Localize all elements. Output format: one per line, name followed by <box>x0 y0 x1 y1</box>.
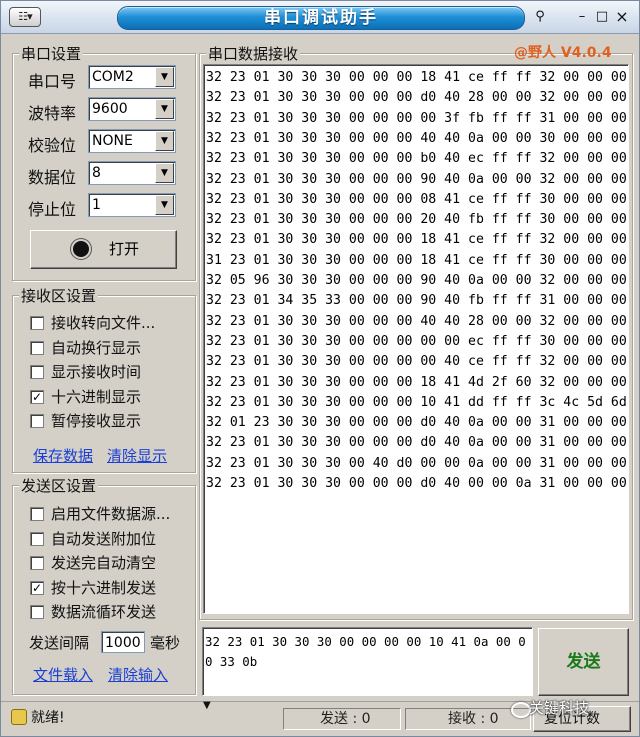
window-title: 串口调试助手 <box>264 8 378 28</box>
checkbox[interactable] <box>30 340 44 355</box>
rx-data-line: 32 23 01 30 30 30 00 00 00 08 41 ce ff f… <box>206 191 627 207</box>
send-button-label: 发送 <box>566 652 601 672</box>
baud-label: 波特率 <box>28 104 77 123</box>
checkbox[interactable] <box>30 605 44 619</box>
rx-data-line: 32 23 01 34 35 33 00 00 00 90 40 fb ff f… <box>206 293 627 309</box>
tx-data-textarea[interactable]: 32 23 01 30 30 30 00 00 00 00 10 41 0a 0… <box>202 627 533 696</box>
status-dot-icon <box>73 241 89 257</box>
pin-icon[interactable]: ⚲ <box>531 9 549 25</box>
rx-data-textarea[interactable]: 32 23 01 30 30 30 00 00 00 18 41 ce ff f… <box>203 64 629 614</box>
chevron-down-icon[interactable]: ▼ <box>155 163 174 183</box>
system-menu-icon[interactable]: ☷▾ <box>9 7 41 27</box>
rx-data-line: 32 23 01 30 30 30 00 00 00 00 40 ce ff f… <box>206 354 627 370</box>
rx-data-line: 32 23 01 30 30 30 00 00 00 d0 40 00 00 0… <box>206 476 627 491</box>
checkbox[interactable] <box>30 531 44 546</box>
serial-debug-window: ☷▾ 串口调试助手 ⚲ – □ × 串口设置 串口号 COM2 ▼ 波特率 96… <box>0 0 640 737</box>
tx-data-text: 32 23 01 30 30 30 00 00 00 00 10 41 0a 0… <box>205 634 526 669</box>
maximize-button[interactable]: □ <box>593 9 611 25</box>
port-value: COM2 <box>92 69 134 85</box>
chevron-down-icon[interactable]: ▼ <box>155 195 174 215</box>
databits-select[interactable]: 8 ▼ <box>88 161 176 185</box>
checkbox[interactable] <box>30 507 44 521</box>
rx-data-line: 32 23 01 30 30 30 00 00 00 18 41 ce ff f… <box>206 70 627 85</box>
rx-data-line: 32 01 23 30 30 30 00 00 00 d0 40 0a 00 0… <box>206 415 627 431</box>
rx-data-line: 32 23 01 30 30 30 00 00 00 40 40 28 00 0… <box>206 313 627 329</box>
checkbox-label[interactable]: 显示接收时间 <box>51 361 141 382</box>
baud-select[interactable]: 9600 ▼ <box>88 97 176 121</box>
databits-value: 8 <box>92 165 101 181</box>
checkbox-label[interactable]: 暂停接收显示 <box>51 410 141 431</box>
chevron-down-icon[interactable]: ▼ <box>155 67 174 87</box>
checkbox-label[interactable]: 自动发送附加位 <box>51 528 156 549</box>
minimize-button[interactable]: – <box>573 9 591 25</box>
databits-label: 数据位 <box>28 168 77 187</box>
rx-data-line: 32 23 01 30 30 30 00 00 00 b0 40 ec ff f… <box>206 151 627 167</box>
chevron-down-icon[interactable]: ▼ <box>155 99 174 119</box>
checkbox[interactable] <box>30 414 44 428</box>
received-count: 接收 : 0 <box>448 711 499 727</box>
rx-data-line: 32 23 01 30 30 30 00 40 d0 00 00 0a 00 0… <box>206 455 627 471</box>
close-button[interactable]: × <box>613 9 631 25</box>
stopbits-value: 1 <box>92 197 101 213</box>
rx-data-line: 32 23 01 30 30 30 00 00 00 90 40 0a 00 0… <box>206 171 627 187</box>
rx-data-line: 32 23 01 30 30 30 00 00 00 40 40 0a 00 0… <box>206 130 627 146</box>
rx-data-line: 32 23 01 30 30 30 00 00 00 00 00 ec ff f… <box>206 333 627 349</box>
open-port-label: 打开 <box>109 240 140 258</box>
checkbox-label[interactable]: 接收转向文件... <box>51 312 155 333</box>
send-interval-input[interactable]: 1000 <box>101 631 145 653</box>
send-button[interactable]: 发送 <box>538 628 629 696</box>
port-label: 串口号 <box>28 72 77 91</box>
checkbox-label[interactable]: 发送完自动清空 <box>51 552 156 573</box>
rx-data-line: 31 23 01 30 30 30 00 00 00 18 41 ce ff f… <box>206 252 627 268</box>
checkbox-label[interactable]: 自动换行显示 <box>51 337 141 358</box>
tx-settings-title: 发送区设置 <box>19 475 99 496</box>
checkbox[interactable]: ✓ <box>30 389 44 404</box>
parity-label: 校验位 <box>28 136 77 155</box>
rx-data-line: 32 23 01 30 30 30 00 00 00 00 3f fb ff f… <box>206 110 627 126</box>
stopbits-label: 停止位 <box>28 200 77 219</box>
clear-display-link[interactable]: 清除显示 <box>107 445 167 466</box>
resize-arrow-icon[interactable]: ▼ <box>203 700 211 711</box>
port-select[interactable]: COM2 ▼ <box>88 65 176 89</box>
rx-data-line: 32 23 01 30 30 30 00 00 00 18 41 ce ff f… <box>206 232 627 248</box>
status-app-icon <box>11 709 27 725</box>
rx-data-line: 32 23 01 30 30 30 00 00 00 d0 40 28 00 0… <box>206 90 627 106</box>
checkbox[interactable] <box>30 316 44 330</box>
open-port-button[interactable]: 打开 <box>30 230 177 269</box>
checkbox[interactable] <box>30 365 44 379</box>
send-interval-unit: 毫秒 <box>150 634 181 652</box>
checkbox-label[interactable]: 数据流循环发送 <box>51 601 156 622</box>
title-pill: 串口调试助手 <box>117 6 525 30</box>
checkbox[interactable]: ✓ <box>30 580 44 595</box>
checkbox-label[interactable]: 按十六进制发送 <box>51 577 156 598</box>
rx-data-line: 32 23 01 30 30 30 00 00 00 10 41 dd ff f… <box>206 394 627 410</box>
checkbox[interactable] <box>30 556 44 570</box>
stopbits-select[interactable]: 1 ▼ <box>88 193 176 217</box>
rx-data-title: 串口数据接收 <box>206 43 301 64</box>
status-ready: 就绪! <box>31 710 65 726</box>
rx-data-line: 32 23 01 30 30 30 00 00 00 d0 40 0a 00 0… <box>206 435 627 451</box>
parity-value: NONE <box>92 133 133 149</box>
rx-data-line: 32 23 01 30 30 30 00 00 00 18 41 4d 2f 6… <box>206 374 627 390</box>
checkbox-label[interactable]: 启用文件数据源... <box>51 503 170 524</box>
clear-input-link[interactable]: 清除输入 <box>108 664 168 685</box>
sent-count-panel: 发送 : 0 <box>283 708 401 730</box>
baud-value: 9600 <box>92 101 128 117</box>
load-file-link[interactable]: 文件载入 <box>33 664 93 685</box>
rx-data-line: 32 05 96 30 30 30 00 00 00 90 40 0a 00 0… <box>206 273 627 288</box>
sent-count: 发送 : 0 <box>320 711 371 727</box>
checkbox-label[interactable]: 十六进制显示 <box>51 386 141 407</box>
chevron-down-icon[interactable]: ▼ <box>155 131 174 151</box>
port-settings-title: 串口设置 <box>19 43 84 64</box>
send-interval-label: 发送间隔 <box>29 634 90 652</box>
rx-settings-title: 接收区设置 <box>19 285 99 306</box>
rx-data-line: 32 23 01 30 30 30 00 00 00 20 40 fb ff f… <box>206 212 627 228</box>
save-data-link[interactable]: 保存数据 <box>33 445 93 466</box>
version-label: @野人 V4.0.4 <box>514 45 612 61</box>
title-bar[interactable]: ☷▾ 串口调试助手 ⚲ – □ × <box>1 1 639 34</box>
wechat-icon <box>511 702 531 718</box>
watermark-text: 关键科技 <box>529 699 590 717</box>
parity-select[interactable]: NONE ▼ <box>88 129 176 153</box>
